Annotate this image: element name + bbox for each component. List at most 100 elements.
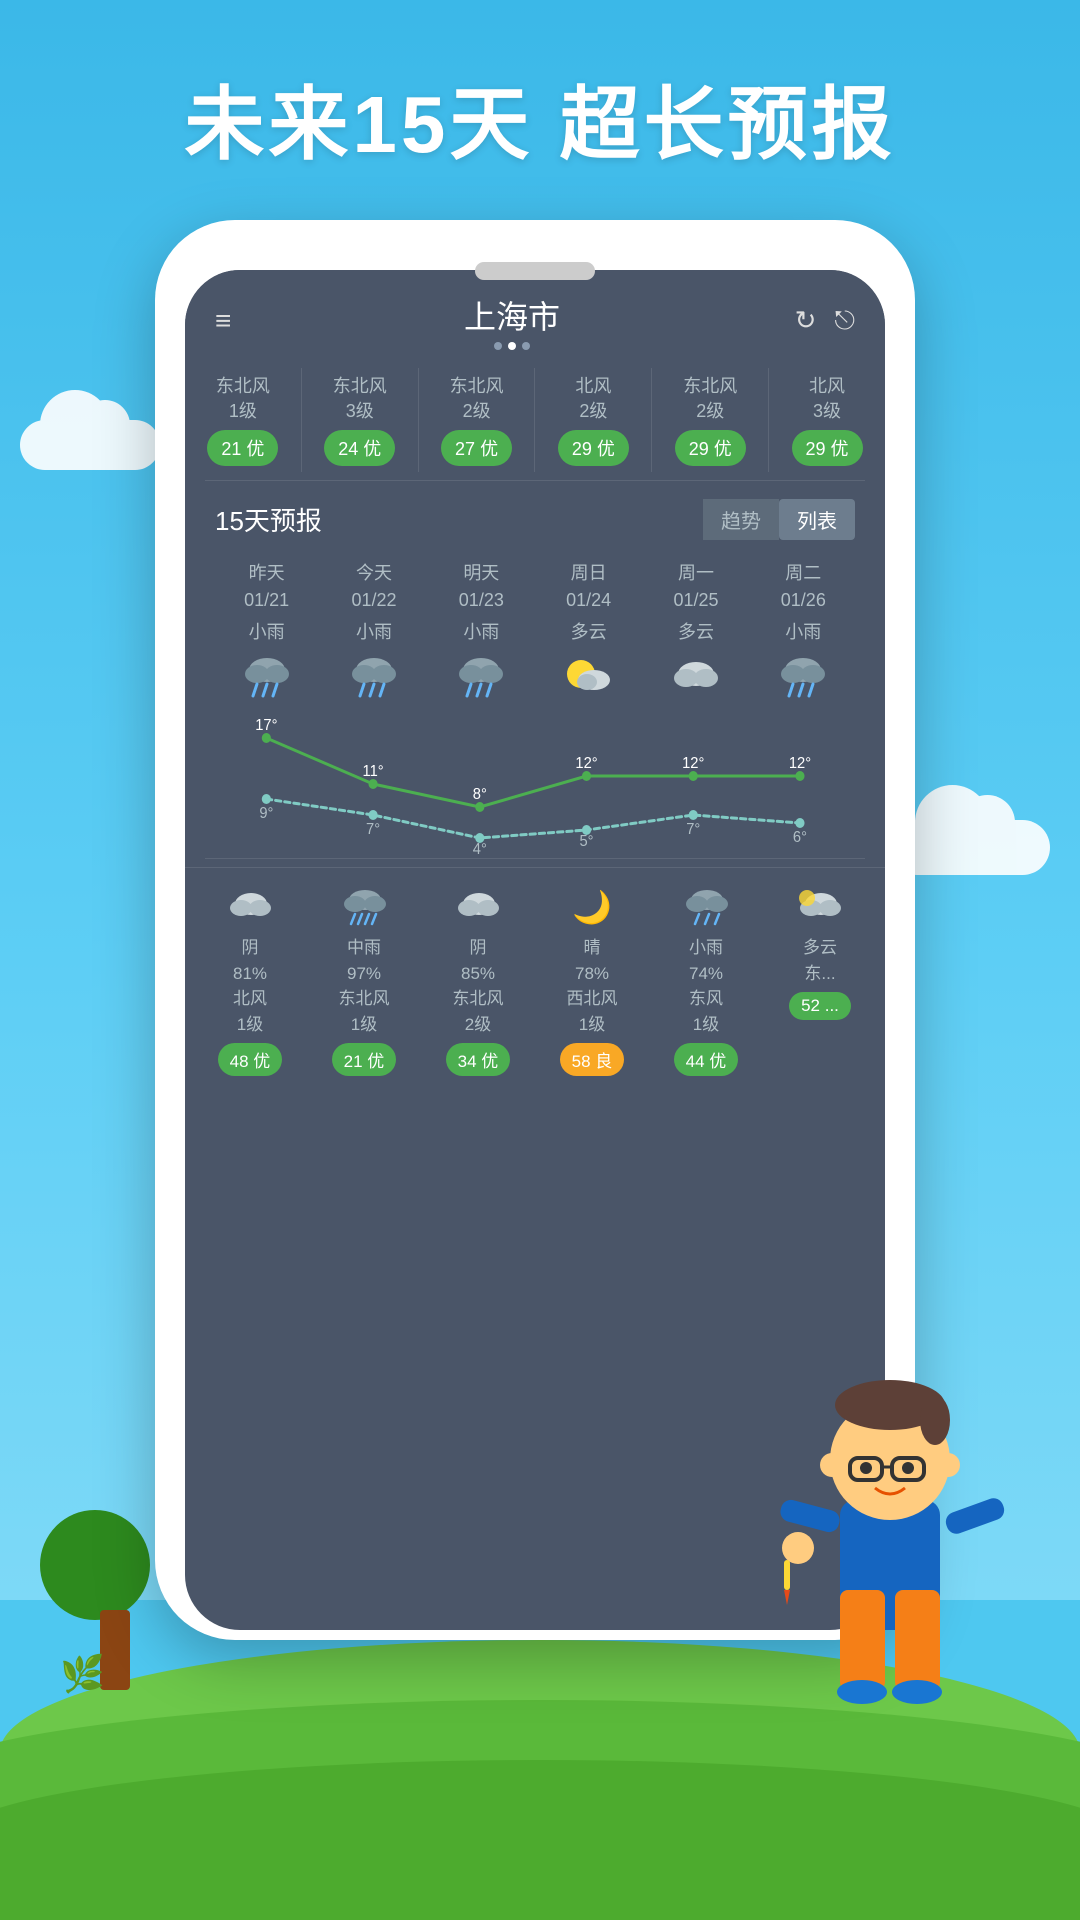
- wind-aqi-col-2: 东北风3级 24 优: [302, 368, 419, 472]
- day-condition-0: 小雨: [217, 618, 316, 644]
- svg-text:4°: 4°: [473, 841, 487, 859]
- svg-text:12°: 12°: [575, 755, 597, 773]
- header-center: 上海市: [464, 292, 560, 350]
- wind-text-2: 东北风3级: [310, 374, 410, 424]
- detail-condition-2: 阴85%东北风2级: [425, 935, 531, 1037]
- detail-col-5: 多云东... 52 ...: [763, 880, 877, 1080]
- wind-text-5: 东北风2级: [660, 374, 760, 424]
- day-label-4: 周一01/25: [646, 560, 745, 614]
- app-header: ≡ 上海市 ↻ ⎋: [185, 270, 885, 360]
- weather-icon-rain-1: [344, 652, 404, 702]
- day-col-1: 今天01/22 小雨: [320, 552, 427, 718]
- bottom-detail-row: 阴81%北风1级 48 优 中雨97%东北风1级: [185, 867, 885, 1080]
- detail-icon-cloudy-5: [793, 884, 848, 929]
- temperature-chart: 17° 11° 8° 12° 12° 12° 9° 7°: [213, 718, 857, 858]
- weather-icon-cloudy-4: [666, 652, 726, 702]
- detail-col-1: 中雨97%东北风1级 21 优: [307, 880, 421, 1080]
- svg-text:12°: 12°: [682, 755, 704, 773]
- day-condition-1: 小雨: [324, 618, 423, 644]
- phone-speaker: [475, 262, 595, 280]
- dot-3: [522, 342, 530, 350]
- svg-text:8°: 8°: [473, 786, 487, 804]
- weather-icon-rain-5: [773, 652, 833, 702]
- day-label-0: 昨天01/21: [217, 560, 316, 614]
- detail-icon-rain-1: [337, 884, 392, 929]
- refresh-icon[interactable]: ↻: [795, 305, 817, 337]
- detail-aqi-2: 34 优: [446, 1043, 511, 1076]
- detail-condition-4: 小雨74%东风1级: [653, 935, 759, 1037]
- tab-list[interactable]: 列表: [779, 499, 855, 540]
- detail-icon-cloud-0: [223, 884, 278, 929]
- svg-text:6°: 6°: [793, 829, 807, 847]
- aqi-badge-4: 29 优: [558, 430, 629, 466]
- detail-condition-3: 晴78%西北风1级: [539, 935, 645, 1037]
- forecast-header: 15天预报 趋势 列表: [205, 481, 865, 552]
- weather-icon-rain-0: [237, 652, 297, 702]
- tree-grass: 🌿: [60, 1653, 105, 1695]
- detail-aqi-1: 21 优: [332, 1043, 397, 1076]
- wind-text-1: 东北风1级: [193, 374, 293, 424]
- wind-text-3: 东北风2级: [427, 374, 527, 424]
- day-condition-5: 小雨: [754, 618, 853, 644]
- detail-icon-rain-4: [679, 884, 734, 929]
- aqi-badge-3: 27 优: [441, 430, 512, 466]
- day-condition-3: 多云: [539, 618, 638, 644]
- tab-trend[interactable]: 趋势: [703, 499, 779, 540]
- page-title: 未来15天 超长预报: [0, 60, 1080, 176]
- detail-icon-moon-3: 🌙: [565, 884, 620, 929]
- svg-text:5°: 5°: [579, 833, 593, 851]
- dot-1: [494, 342, 502, 350]
- detail-condition-1: 中雨97%东北风1级: [311, 935, 417, 1037]
- detail-aqi-4: 44 优: [674, 1043, 739, 1076]
- forecast-title: 15天预报: [215, 501, 322, 538]
- share-icon[interactable]: ⎋: [834, 305, 855, 337]
- svg-text:17°: 17°: [255, 718, 277, 734]
- detail-col-3: 🌙 晴78%西北风1级 58 良: [535, 880, 649, 1080]
- svg-text:7°: 7°: [686, 821, 700, 839]
- day-label-2: 明天01/23: [432, 560, 531, 614]
- tree: 🌿: [80, 1510, 150, 1690]
- aqi-badge-1: 21 优: [207, 430, 278, 466]
- day-label-5: 周二01/26: [754, 560, 853, 614]
- forecast-tabs: 趋势 列表: [703, 499, 855, 540]
- svg-text:11°: 11°: [363, 763, 384, 781]
- svg-text:🌙: 🌙: [572, 889, 612, 926]
- cloud-left: [20, 420, 160, 470]
- day-col-0: 昨天01/21 小雨: [213, 552, 320, 718]
- menu-icon[interactable]: ≡: [215, 305, 229, 337]
- wind-aqi-col-5: 东北风2级 29 优: [652, 368, 769, 472]
- day-label-3: 周日01/24: [539, 560, 638, 614]
- city-label: 上海市: [464, 292, 560, 338]
- detail-aqi-0: 48 优: [218, 1043, 283, 1076]
- weather-icon-rain-2: [451, 652, 511, 702]
- tree-crown: [40, 1510, 150, 1620]
- day-condition-2: 小雨: [432, 618, 531, 644]
- detail-condition-0: 阴81%北风1级: [197, 935, 303, 1037]
- detail-col-2: 阴85%东北风2级 34 优: [421, 880, 535, 1080]
- forecast-section: 15天预报 趋势 列表 昨天01/21 小雨: [185, 481, 885, 858]
- day-col-4: 周一01/25 多云: [642, 552, 749, 718]
- day-label-1: 今天01/22: [324, 560, 423, 614]
- aqi-badge-6: 29 优: [792, 430, 863, 466]
- detail-aqi-5: 52 ...: [789, 992, 851, 1020]
- detail-aqi-3: 58 良: [560, 1043, 625, 1076]
- cartoon-character: [760, 1300, 1020, 1720]
- detail-col-4: 小雨74%东风1级 44 优: [649, 880, 763, 1080]
- day-col-2: 明天01/23 小雨: [428, 552, 535, 718]
- divider-2: [205, 858, 865, 859]
- wind-text-4: 北风2级: [543, 374, 643, 424]
- wind-aqi-col-6: 北风3级 29 优: [769, 368, 885, 472]
- detail-icon-cloud-2: [451, 884, 506, 929]
- svg-text:9°: 9°: [259, 805, 273, 823]
- detail-col-0: 阴81%北风1级 48 优: [193, 880, 307, 1080]
- svg-text:12°: 12°: [789, 755, 811, 773]
- wind-aqi-row: 东北风1级 21 优 东北风3级 24 优 东北风2级 27 优 北风2级 29…: [185, 360, 885, 480]
- weather-icon-partly-3: [559, 652, 619, 702]
- detail-condition-5: 多云东...: [767, 935, 873, 986]
- dot-2: [508, 342, 516, 350]
- header-right-icons: ↻ ⎋: [795, 305, 855, 337]
- wind-aqi-col-4: 北风2级 29 优: [535, 368, 652, 472]
- wind-aqi-col-1: 东北风1级 21 优: [185, 368, 302, 472]
- day-col-5: 周二01/26 小雨: [750, 552, 857, 718]
- page-dots: [464, 342, 560, 350]
